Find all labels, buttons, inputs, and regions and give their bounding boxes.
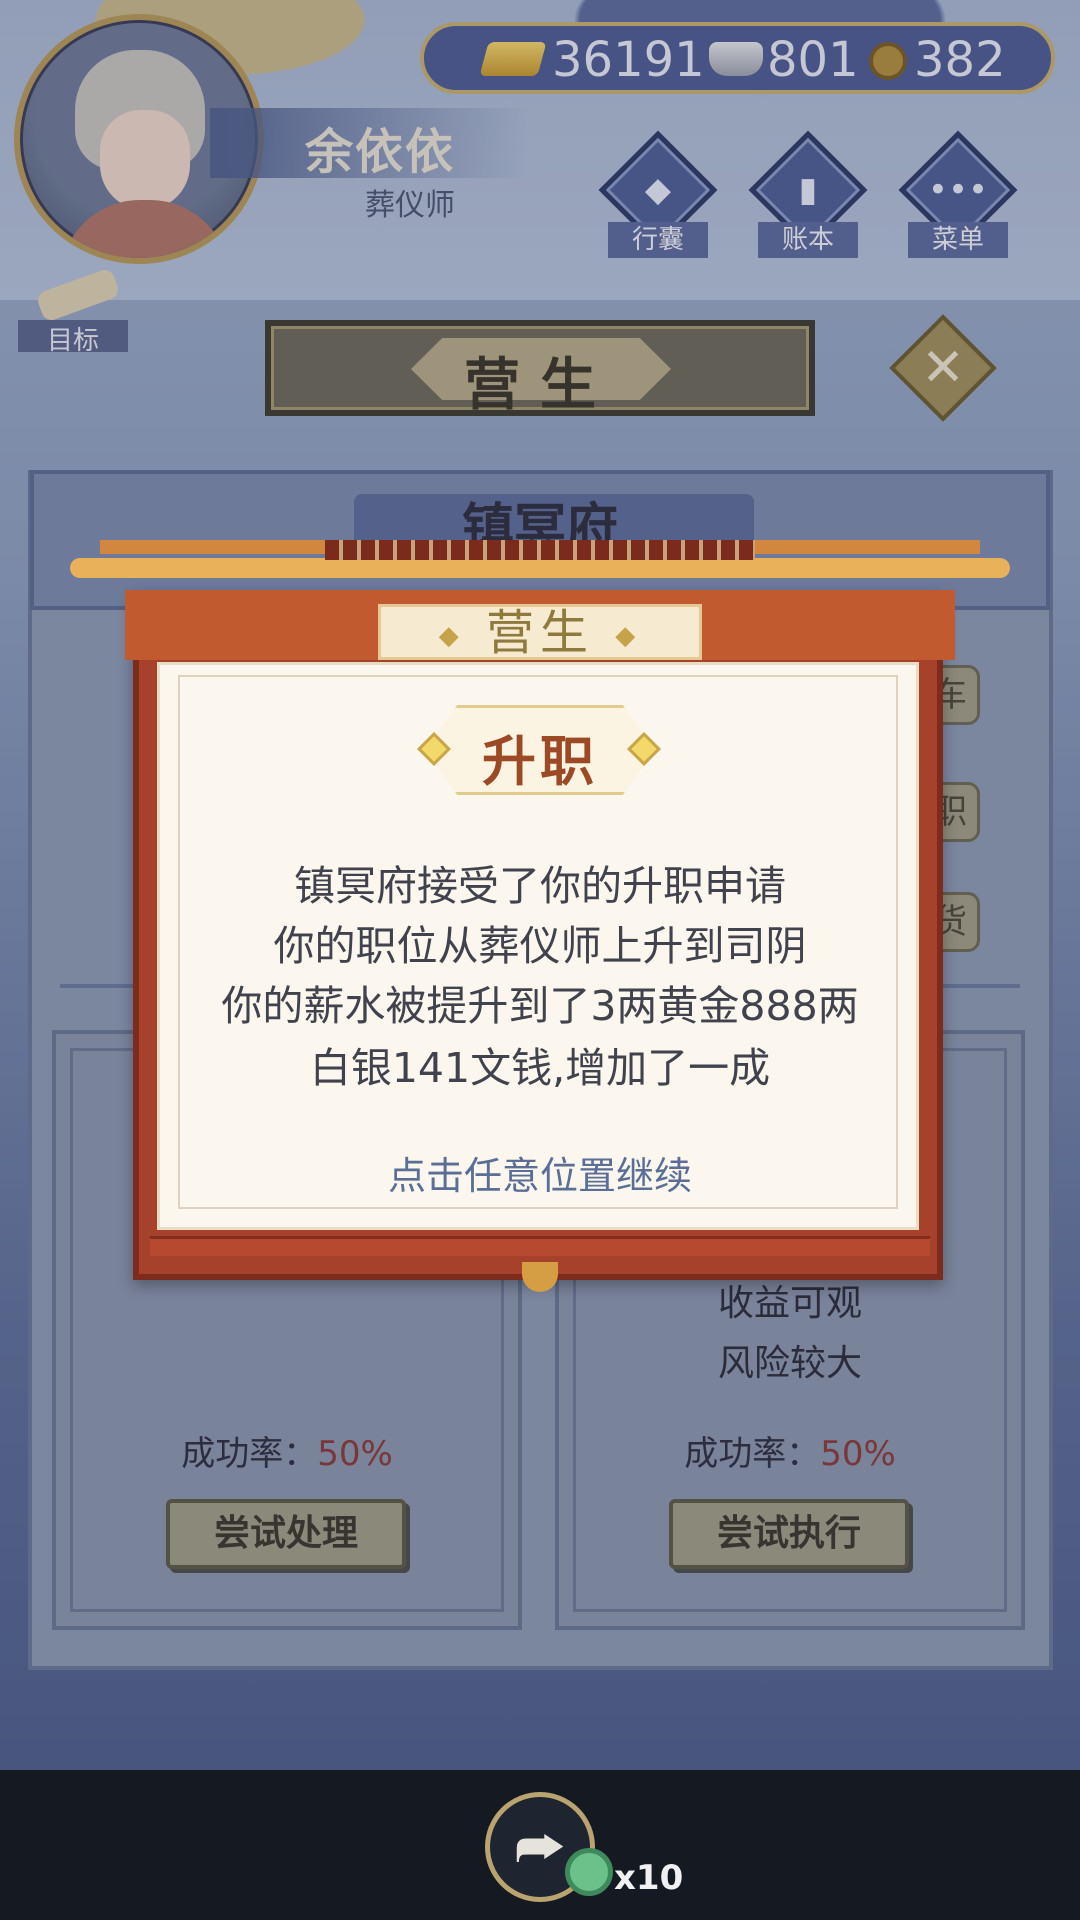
diamond-icon: ◆	[615, 621, 642, 651]
modal-tab-title: 营生	[485, 605, 594, 661]
promotion-badge-title: 升职	[482, 730, 598, 793]
modal-tab: ◆ 营生 ◆	[378, 604, 702, 660]
jade-icon	[565, 1848, 613, 1896]
diamond-icon: ◆	[438, 621, 465, 651]
share-multiplier: x10	[614, 1858, 684, 1898]
modal-message-line: 镇冥府接受了你的升职申请	[294, 862, 786, 910]
modal-roof-eave	[70, 540, 1010, 600]
modal-message-line: 你的职位从葬仪师上升到司阴	[273, 922, 807, 970]
modal-footer	[150, 1236, 930, 1256]
tap-to-continue[interactable]: 点击任意位置继续	[157, 1145, 923, 1200]
modal-message-line: 白银141文钱,增加了一成	[309, 1044, 771, 1092]
modal-message-line: 你的薪水被提升到了3两黄金888两	[221, 982, 859, 1030]
